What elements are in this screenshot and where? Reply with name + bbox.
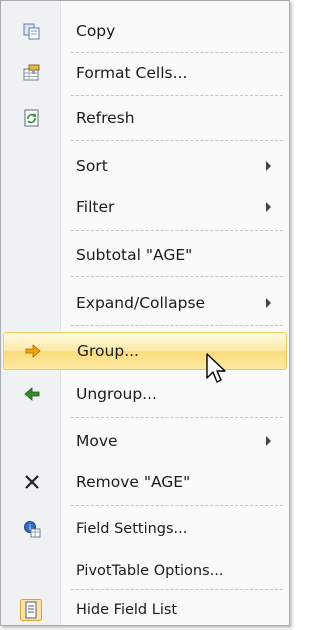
remove-x-icon	[23, 473, 41, 491]
menu-item-refresh[interactable]: Refresh	[3, 98, 287, 138]
menu-item-label: Refresh	[76, 109, 135, 127]
menu-item-field-settings[interactable]: i Field Settings...	[3, 509, 287, 549]
menu-item-format-cells[interactable]: Format Cells...	[3, 53, 287, 93]
menu-item-label: Subtotal "AGE"	[76, 246, 193, 264]
menu-item-label: Hide Field List	[76, 602, 178, 618]
menu-item-pivottable-options[interactable]: PivotTable Options...	[3, 551, 287, 591]
menu-item-label: Expand/Collapse	[76, 294, 206, 312]
menu-item-label: Filter	[76, 198, 115, 216]
refresh-icon	[23, 109, 41, 127]
group-arrow-icon	[24, 342, 42, 360]
separator	[71, 140, 283, 141]
menu-item-label: Sort	[76, 157, 108, 175]
submenu-arrow-icon	[266, 298, 271, 308]
separator	[71, 95, 283, 96]
menu-item-move[interactable]: Move	[3, 421, 287, 461]
menu-item-label: Remove "AGE"	[76, 473, 191, 491]
submenu-arrow-icon	[266, 436, 271, 446]
mouse-cursor-icon	[206, 353, 226, 383]
menu-item-remove[interactable]: Remove "AGE"	[3, 462, 287, 502]
separator	[71, 417, 283, 418]
menu-item-label: Format Cells...	[76, 64, 188, 82]
menu-item-label: Field Settings...	[76, 521, 188, 537]
menu-item-label: Move	[76, 432, 118, 450]
menu-item-label: Group...	[77, 342, 139, 360]
submenu-arrow-icon	[266, 202, 271, 212]
menu-item-group[interactable]: Group...	[3, 332, 287, 370]
separator	[71, 276, 283, 277]
field-list-icon	[20, 599, 42, 621]
separator	[71, 230, 283, 231]
menu-item-label: Ungroup...	[76, 385, 157, 403]
menu-item-label: Copy	[76, 22, 116, 40]
menu-item-filter[interactable]: Filter	[3, 187, 287, 227]
copy-icon	[23, 22, 41, 40]
menu-item-subtotal[interactable]: Subtotal "AGE"	[3, 235, 287, 275]
separator	[71, 325, 283, 326]
submenu-arrow-icon	[266, 161, 271, 171]
menu-item-hide-field-list[interactable]: Hide Field List	[3, 590, 287, 630]
menu-item-expand-collapse[interactable]: Expand/Collapse	[3, 283, 287, 323]
menu-item-sort[interactable]: Sort	[3, 146, 287, 186]
separator	[71, 505, 283, 506]
menu-item-copy[interactable]: Copy	[3, 11, 287, 51]
menu-item-ungroup[interactable]: Ungroup...	[3, 374, 287, 414]
field-settings-icon: i	[23, 520, 41, 538]
menu-item-label: PivotTable Options...	[76, 563, 224, 579]
ungroup-arrow-icon	[23, 385, 41, 403]
context-menu: Copy Format Cells... Refresh Sort Filter…	[0, 0, 290, 626]
format-cells-icon	[23, 64, 41, 82]
